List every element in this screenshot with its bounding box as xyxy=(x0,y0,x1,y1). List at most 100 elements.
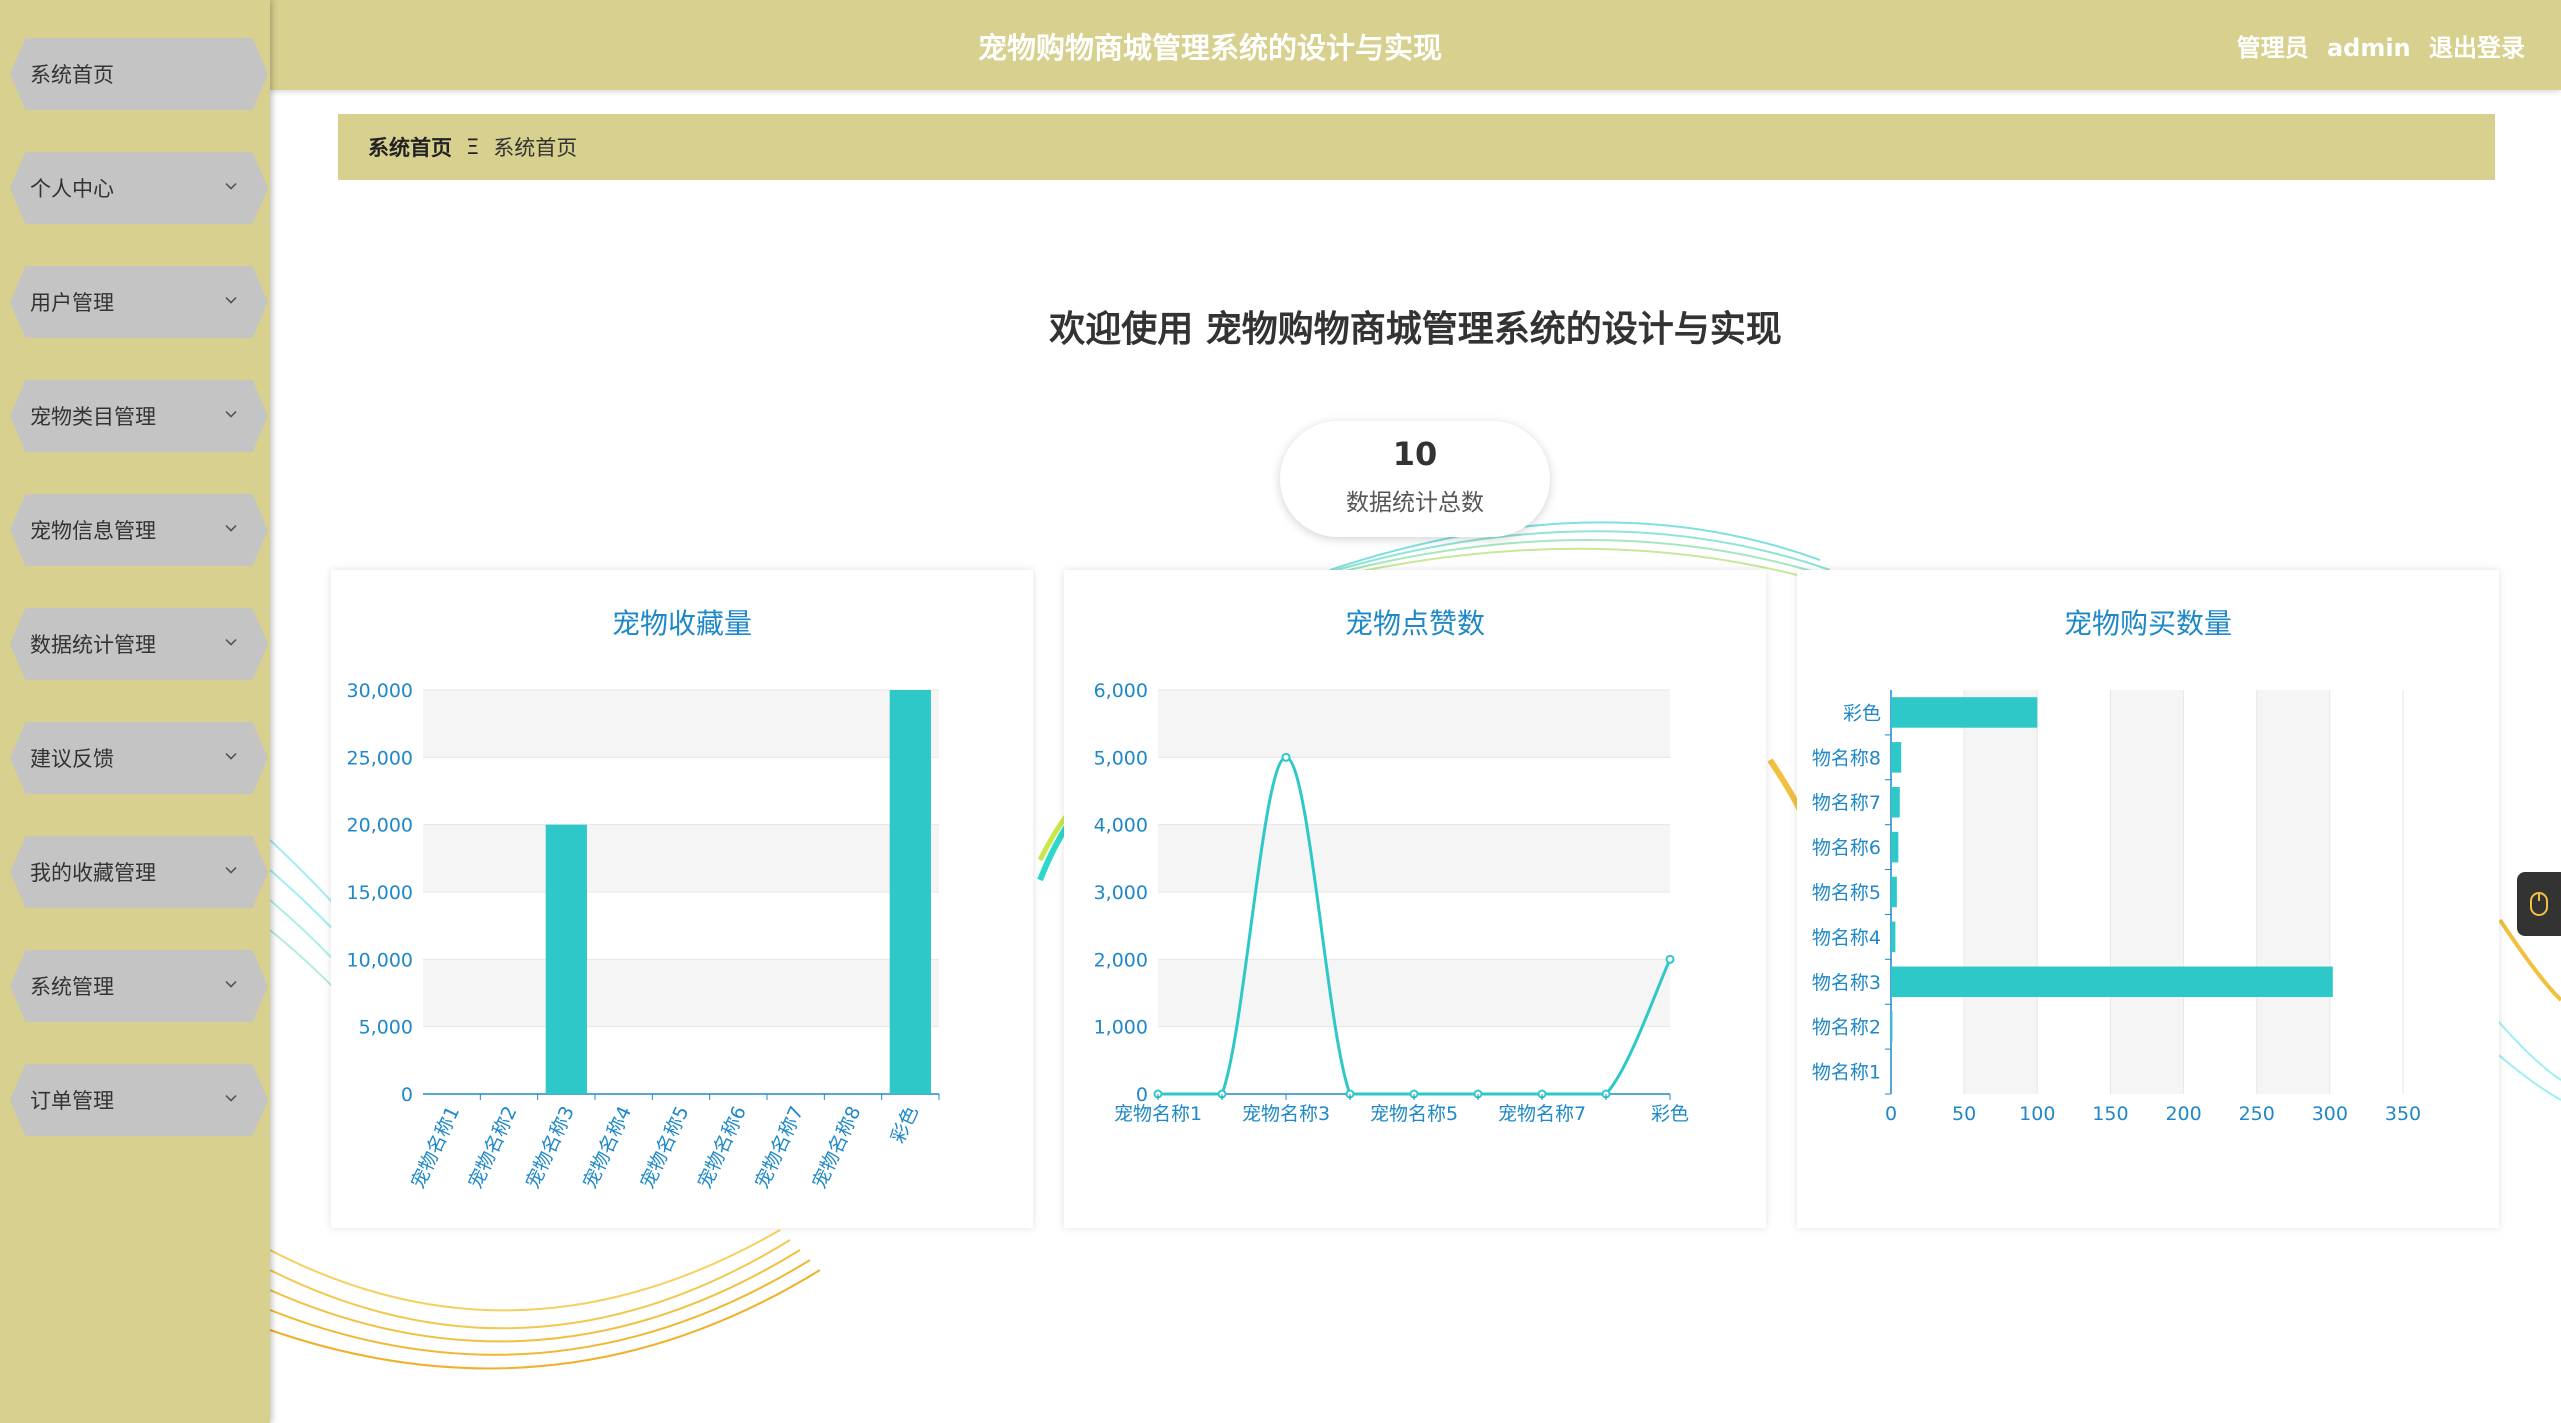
y-tick-label: 6,000 xyxy=(1094,680,1148,702)
sidebar-item-label: 数据统计管理 xyxy=(30,633,156,657)
stat-caption: 数据统计总数 xyxy=(1346,490,1484,516)
x-tick-label: 100 xyxy=(2019,1103,2055,1125)
chevron-down-icon xyxy=(225,867,237,874)
chevron-down-icon xyxy=(225,297,237,304)
y-tick-label: 物名称6 xyxy=(1812,837,1881,859)
chevron-down-icon xyxy=(225,1095,237,1102)
x-tick-label: 150 xyxy=(2092,1103,2128,1125)
y-tick-label: 5,000 xyxy=(359,1017,413,1039)
bar xyxy=(1891,831,1899,863)
breadcrumb: 系统首页 Ξ 系统首页 xyxy=(338,114,2495,180)
chevron-down-icon xyxy=(225,183,237,190)
likes-line-chart: 01,0002,0003,0004,0005,0006,000宠物名称1 宠物名称… xyxy=(1094,680,1689,1125)
chevron-down-icon xyxy=(225,981,237,988)
sidebar-item[interactable]: 系统管理 xyxy=(10,950,268,1022)
sidebar-item[interactable]: 订单管理 xyxy=(10,1064,268,1136)
y-tick-label: 5,000 xyxy=(1094,747,1148,769)
series-line xyxy=(1158,755,1672,1096)
y-tick-label: 10,000 xyxy=(347,949,413,971)
grid-band xyxy=(2256,690,2330,1094)
chevron-down-icon xyxy=(225,411,237,418)
x-tick-label: 350 xyxy=(2385,1103,2421,1125)
x-tick-label: 200 xyxy=(2165,1103,2201,1125)
data-point xyxy=(1665,954,1675,964)
y-tick-label: 4,000 xyxy=(1094,815,1148,837)
y-tick-label: 物名称1 xyxy=(1812,1062,1881,1084)
sidebar: 系统首页个人中心用户管理宠物类目管理 宠物信息管理 数据统计管理 建议反馈我的收藏管理… xyxy=(0,0,270,1423)
sidebar-item[interactable]: 系统首页 xyxy=(10,38,268,110)
sidebar-item-label: 宠物信息管理 xyxy=(30,519,156,543)
sidebar-item[interactable]: 用户管理 xyxy=(10,266,268,338)
y-tick-label: 物名称4 xyxy=(1812,927,1881,949)
sidebar-item-label: 宠物类目管理 xyxy=(30,405,156,429)
logout-link[interactable]: 退出登录 xyxy=(2429,34,2525,62)
x-tick-label: 宠物名称2 xyxy=(464,1103,521,1192)
grid-band xyxy=(2110,690,2184,1094)
x-tick-label: 宠物名称1 xyxy=(407,1103,464,1192)
x-tick-label: 彩色 xyxy=(1651,1103,1689,1125)
grid-band xyxy=(423,824,939,892)
welcome-title: 欢迎使用 宠物购物商城管理系统的设计与实现 xyxy=(1049,309,1782,350)
y-tick-label: 15,000 xyxy=(347,882,413,904)
x-tick-label: 宠物名称8 xyxy=(808,1103,865,1192)
sidebar-item-label: 个人中心 xyxy=(30,177,114,201)
sidebar-item-label: 建议反馈 xyxy=(30,747,114,771)
sidebar-item[interactable]: 数据统计管理 xyxy=(10,608,268,680)
grid-band xyxy=(1964,690,2038,1094)
bar xyxy=(1891,966,2333,998)
sidebar-item-label: 用户管理 xyxy=(30,291,114,315)
favorites-bar-chart: 0 5,000 10,000 15,000 20,000 25,000 30,000 宠物名称… xyxy=(347,680,940,1192)
y-tick-label: 2,000 xyxy=(1094,949,1148,971)
sidebar-item[interactable]: 宠物信息管理 xyxy=(10,494,268,566)
sidebar-item[interactable]: 我的收藏管理 xyxy=(10,836,268,908)
y-tick-label: 物名称2 xyxy=(1812,1017,1881,1039)
sidebar-item-label: 订单管理 xyxy=(30,1089,114,1113)
x-tick-label: 宠物名称3 xyxy=(1242,1103,1330,1125)
y-tick-label: 30,000 xyxy=(347,680,413,702)
x-tick-label: 宠物名称3 xyxy=(522,1103,579,1192)
x-tick-label: 彩色 xyxy=(887,1103,923,1147)
sidebar-item-label: 系统管理 xyxy=(30,975,114,999)
x-tick-label: 300 xyxy=(2312,1103,2348,1125)
floating-tool-button[interactable] xyxy=(2517,872,2561,936)
breadcrumb-home[interactable]: 系统首页 xyxy=(368,132,452,162)
chart-card-favorites: 宠物收藏量 0 5,000 10,000 15,000 20,000 25,000 30,0… xyxy=(331,570,1033,1228)
bar xyxy=(1891,921,1896,953)
top-header: 宠物购物商城管理系统的设计与实现 管理员 admin 退出登录 xyxy=(270,0,2561,90)
x-tick-label: 宠物名称1 xyxy=(1114,1103,1202,1125)
bar xyxy=(889,690,931,1094)
user-name: admin xyxy=(2326,34,2411,62)
breadcrumb-current: 系统首页 xyxy=(493,136,578,160)
sidebar-item-label: 系统首页 xyxy=(30,63,114,87)
grid-band xyxy=(1158,690,1670,758)
y-tick-label: 3,000 xyxy=(1094,882,1148,904)
y-tick-label: 物名称5 xyxy=(1812,882,1881,904)
sidebar-item[interactable]: 宠物类目管理 xyxy=(10,380,268,452)
stat-counter: 10 数据统计总数 xyxy=(1280,421,1550,537)
y-tick-label: 1,000 xyxy=(1094,1017,1148,1039)
y-tick-label: 彩色 xyxy=(1843,702,1881,724)
stat-value: 10 xyxy=(1392,435,1438,473)
x-tick-label: 宠物名称5 xyxy=(1370,1103,1458,1125)
y-tick-label: 物名称8 xyxy=(1812,747,1881,769)
grid-band xyxy=(423,690,939,758)
chart-card-likes: 宠物点赞数 0 1,000 2,000 3,000 4,000 5,000 6,000 宠物名… xyxy=(1064,570,1766,1228)
chevron-down-icon xyxy=(225,525,237,532)
x-tick-label: 宠物名称7 xyxy=(1498,1103,1586,1125)
bar xyxy=(1891,786,1900,818)
bar xyxy=(1891,697,2038,728)
grid-band xyxy=(1158,824,1670,892)
bar xyxy=(1891,876,1897,908)
x-tick-label: 宠物名称5 xyxy=(636,1103,693,1192)
bar xyxy=(1891,1011,1893,1042)
sidebar-item[interactable]: 建议反馈 xyxy=(10,722,268,794)
grid-band xyxy=(423,959,939,1027)
purchases-hbar-chart: 0 50 100 150 200 250 300 350 物名称1 物名称2 物名称3 物名称4 物名称… xyxy=(1812,690,2421,1125)
user-area: 管理员 admin 退出登录 xyxy=(2227,0,2525,96)
chevron-down-icon xyxy=(225,639,237,646)
breadcrumb-separator-icon: Ξ xyxy=(466,135,480,159)
y-tick-label: 0 xyxy=(401,1084,413,1106)
sidebar-item[interactable]: 个人中心 xyxy=(10,152,268,224)
mouse-icon xyxy=(2530,892,2548,916)
y-tick-label: 物名称7 xyxy=(1812,792,1881,814)
